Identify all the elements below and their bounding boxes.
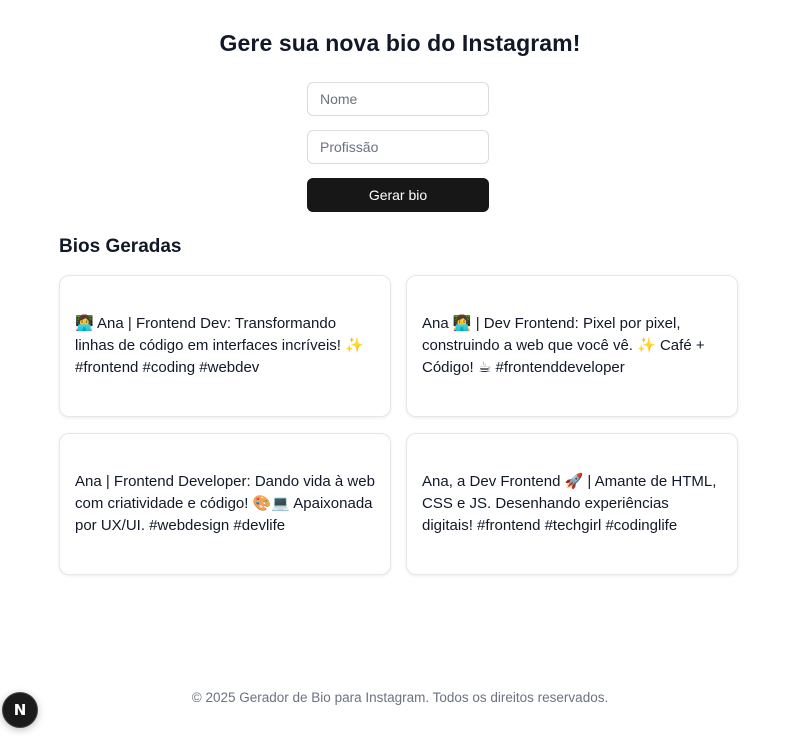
bio-card[interactable]: Ana | Frontend Developer: Dando vida à w… xyxy=(59,433,391,575)
bio-text: Ana 👩‍💻 | Dev Frontend: Pixel por pixel,… xyxy=(422,315,705,376)
page-title: Gere sua nova bio do Instagram! xyxy=(219,30,581,56)
page: Gere sua nova bio do Instagram! Gerar bi… xyxy=(0,0,800,736)
bio-card[interactable]: Ana, a Dev Frontend 🚀 | Amante de HTML, … xyxy=(406,433,738,575)
bio-text: Ana, a Dev Frontend 🚀 | Amante de HTML, … xyxy=(422,473,717,534)
bio-form: Gerar bio xyxy=(307,82,489,212)
profession-input[interactable] xyxy=(307,130,489,164)
section-title-generated-bios: Bios Geradas xyxy=(59,236,182,257)
generate-bio-button[interactable]: Gerar bio xyxy=(307,178,489,212)
footer-text: © 2025 Gerador de Bio para Instagram. To… xyxy=(191,690,609,705)
name-input[interactable] xyxy=(307,82,489,116)
bio-cards-grid: 👩‍💻 Ana | Frontend Dev: Transformando li… xyxy=(59,275,738,575)
bio-card[interactable]: Ana 👩‍💻 | Dev Frontend: Pixel por pixel,… xyxy=(406,275,738,417)
nextjs-icon[interactable]: N xyxy=(2,692,38,728)
bio-text: Ana | Frontend Developer: Dando vida à w… xyxy=(75,473,375,534)
bio-text: 👩‍💻 Ana | Frontend Dev: Transformando li… xyxy=(75,315,364,376)
nextjs-badge-letter: N xyxy=(13,701,27,719)
footer: © 2025 Gerador de Bio para Instagram. To… xyxy=(0,690,800,705)
bio-card[interactable]: 👩‍💻 Ana | Frontend Dev: Transformando li… xyxy=(59,275,391,417)
